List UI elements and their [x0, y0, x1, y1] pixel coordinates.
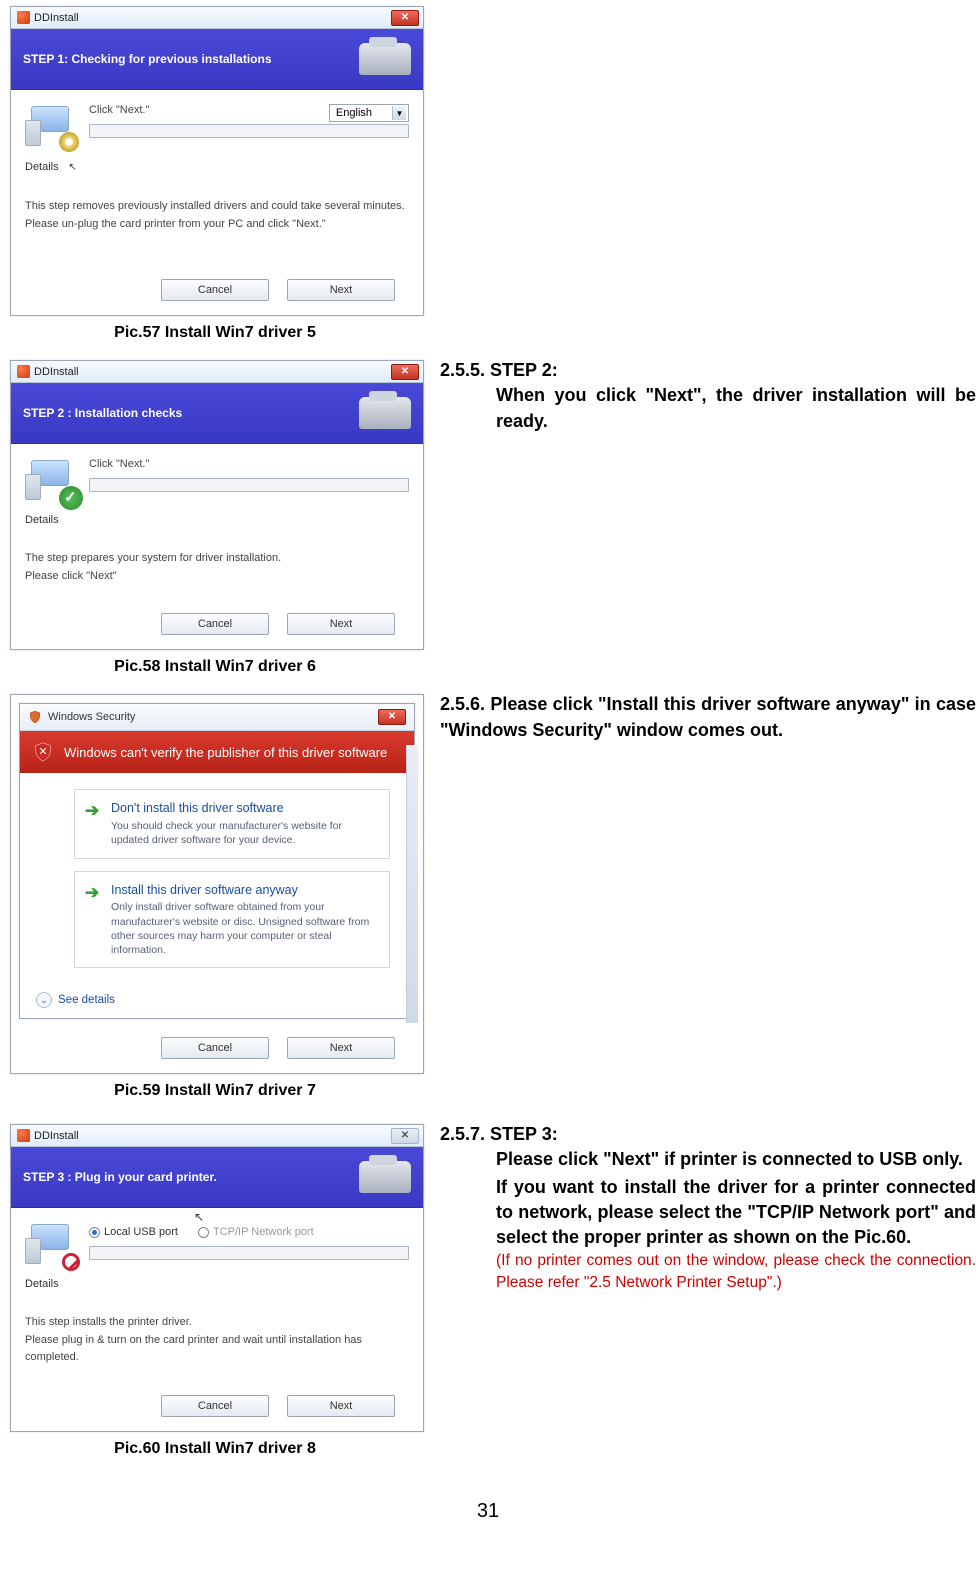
option-subtitle: Only install driver software obtained fr…: [111, 900, 377, 957]
option-install-anyway[interactable]: ➔ Install this driver software anyway On…: [74, 871, 390, 969]
see-details-toggle[interactable]: ⌄ See details: [20, 990, 414, 1018]
cancel-button[interactable]: Cancel: [161, 279, 269, 301]
dropdown-arrow-icon: ▼: [392, 106, 406, 120]
progress-bar: [89, 124, 409, 138]
step-label: STEP 2 : Installation checks: [23, 406, 182, 420]
progress-bar: [89, 1246, 409, 1260]
radio-icon: [198, 1227, 209, 1238]
security-window-title: Windows Security: [48, 711, 135, 723]
arrow-right-icon: ➔: [85, 882, 99, 905]
step-banner: STEP 1: Checking for previous installati…: [11, 29, 423, 90]
page-number: 31: [0, 1470, 976, 1533]
chevron-down-icon: ⌄: [36, 992, 52, 1008]
cancel-button[interactable]: Cancel: [161, 1395, 269, 1417]
instruction-text: Click "Next.": [89, 458, 409, 470]
section-2-5-6: 2.5.6. Please click "Install this driver…: [440, 692, 976, 742]
ddinstall-dialog-step1: DDInstall ✕ STEP 1: Checking for previou…: [10, 6, 424, 316]
computer-check-icon: [25, 458, 77, 504]
instruction-text: Click "Next.": [89, 104, 149, 116]
window-title: DDInstall: [34, 366, 79, 378]
ddinstall-dialog-step2: DDInstall ✕ STEP 2 : Installation checks…: [10, 360, 424, 650]
section-2-5-7-body2: If you want to install the driver for a …: [440, 1175, 976, 1251]
titlebar: DDInstall ✕: [11, 7, 423, 29]
step-label: STEP 3 : Plug in your card printer.: [23, 1170, 217, 1184]
shield-icon: [28, 710, 42, 724]
option-subtitle: You should check your manufacturer's web…: [111, 819, 377, 847]
printer-icon: [359, 397, 411, 429]
radio-icon: [89, 1227, 100, 1238]
note-line-1: This step removes previously installed d…: [25, 198, 409, 216]
cancel-button[interactable]: Cancel: [161, 1037, 269, 1059]
app-icon: [17, 11, 30, 24]
details-label: Details: [25, 514, 59, 526]
printer-icon: [359, 43, 411, 75]
window-title: DDInstall: [34, 1130, 79, 1142]
option-title: Don't install this driver software: [111, 800, 377, 817]
close-button[interactable]: ✕: [378, 709, 406, 725]
app-icon: [17, 1129, 30, 1142]
step-label: STEP 1: Checking for previous installati…: [23, 52, 272, 66]
cancel-button[interactable]: Cancel: [161, 613, 269, 635]
app-icon: [17, 365, 30, 378]
caption-pic57: Pic.57 Install Win7 driver 5: [0, 318, 430, 346]
close-button[interactable]: ✕: [391, 364, 419, 380]
section-2-5-5-body: When you click "Next", the driver instal…: [440, 383, 976, 433]
caption-pic58: Pic.58 Install Win7 driver 6: [0, 652, 430, 680]
windows-security-outer: Windows Security ✕ ✕ Windows can't verif…: [10, 694, 424, 1074]
computer-icon: [25, 104, 77, 150]
svg-text:✕: ✕: [38, 746, 47, 758]
ddinstall-dialog-step3: DDInstall ✕ STEP 3 : Plug in your card p…: [10, 1124, 424, 1432]
step-banner: STEP 2 : Installation checks: [11, 383, 423, 444]
details-label: Details: [25, 161, 59, 173]
next-button[interactable]: Next: [287, 279, 395, 301]
titlebar: DDInstall ✕: [11, 361, 423, 383]
close-button[interactable]: ✕: [391, 10, 419, 26]
next-button[interactable]: Next: [287, 1395, 395, 1417]
window-title: DDInstall: [34, 12, 79, 24]
progress-bar: [89, 478, 409, 492]
arrow-right-icon: ➔: [85, 800, 99, 823]
note-line-2: Please click "Next": [25, 568, 409, 586]
next-button[interactable]: Next: [287, 613, 395, 635]
printer-icon: [359, 1161, 411, 1193]
step-banner: STEP 3 : Plug in your card printer.: [11, 1147, 423, 1208]
option-dont-install[interactable]: ➔ Don't install this driver software You…: [74, 789, 390, 858]
caption-pic60: Pic.60 Install Win7 driver 8: [0, 1434, 430, 1462]
radio-tcpip[interactable]: TCP/IP Network port: [198, 1226, 314, 1238]
section-2-5-7-rednote: (If no printer comes out on the window, …: [440, 1250, 976, 1293]
titlebar: DDInstall ✕: [11, 1125, 423, 1147]
security-warning-text: Windows can't verify the publisher of th…: [64, 745, 387, 760]
see-details-label: See details: [58, 994, 115, 1006]
close-button[interactable]: ✕: [391, 1128, 419, 1144]
section-2-5-7-body1: Please click "Next" if printer is connec…: [440, 1147, 976, 1172]
language-dropdown[interactable]: English ▼: [329, 104, 409, 122]
scrollbar[interactable]: [406, 745, 418, 1023]
note-line-1: The step prepares your system for driver…: [25, 550, 409, 568]
radio-local-usb[interactable]: Local USB port: [89, 1226, 178, 1238]
option-title: Install this driver software anyway: [111, 882, 377, 899]
note-line-2: Please plug in & turn on the card printe…: [25, 1332, 409, 1367]
security-titlebar: Windows Security ✕: [20, 704, 414, 731]
details-label: Details: [25, 1278, 59, 1290]
warning-shield-icon: ✕: [32, 741, 54, 763]
next-button[interactable]: Next: [287, 1037, 395, 1059]
note-line-1: This step installs the printer driver.: [25, 1314, 409, 1332]
caption-pic59: Pic.59 Install Win7 driver 7: [0, 1076, 430, 1104]
section-2-5-7-head: 2.5.7. STEP 3:: [440, 1122, 976, 1147]
language-value: English: [336, 107, 372, 119]
cursor-arrow-icon: ↖: [194, 1210, 204, 1224]
security-warning-banner: ✕ Windows can't verify the publisher of …: [20, 731, 414, 773]
cursor-arrow-icon: ↖: [65, 160, 81, 174]
section-2-5-5-head: 2.5.5. STEP 2:: [440, 358, 976, 383]
note-line-2: Please un-plug the card printer from you…: [25, 216, 409, 234]
computer-blocked-icon: [25, 1222, 77, 1268]
